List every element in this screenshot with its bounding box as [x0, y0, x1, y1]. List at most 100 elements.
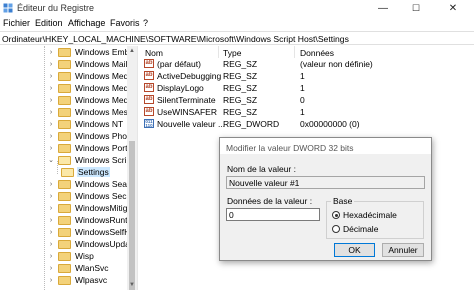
column-type-header[interactable]: Type [223, 48, 241, 58]
expand-arrow-icon[interactable]: › [46, 263, 56, 273]
folder-icon [58, 215, 71, 225]
tree-item-settings[interactable]: Settings [59, 166, 110, 178]
radio-unselected-icon[interactable] [332, 225, 340, 233]
expand-arrow-icon[interactable]: › [46, 119, 56, 129]
tree-item[interactable]: › Windows Media F [46, 82, 137, 94]
folder-icon [58, 227, 71, 237]
expand-arrow-icon[interactable]: › [46, 215, 56, 225]
list-row[interactable]: 011 110 Nouvelle valeur ... REG_DWORD 0x0… [141, 118, 474, 129]
tree-item[interactable]: › Windows Search [46, 178, 137, 190]
address-path[interactable]: Ordinateur\HKEY_LOCAL_MACHINE\SOFTWARE\M… [2, 34, 349, 44]
tree-item[interactable]: › WindowsSelfHost [46, 226, 137, 238]
list-row[interactable]: ab (par défaut) REG_SZ (valeur non défin… [141, 58, 474, 69]
scroll-down-icon[interactable]: ▼ [127, 280, 137, 290]
pane-splitter[interactable] [137, 46, 140, 290]
tree-item[interactable]: › Windows Media P [46, 94, 137, 106]
list-scrollbar-area [464, 46, 474, 290]
value-data-label: Données de la valeur : [227, 196, 313, 206]
folder-icon [58, 71, 71, 81]
expand-arrow-icon[interactable]: › [46, 275, 56, 285]
open-folder-icon [61, 167, 74, 177]
scroll-thumb[interactable] [129, 141, 135, 290]
tree-item[interactable]: › WindowsMitigati [46, 202, 137, 214]
column-separator[interactable] [294, 46, 295, 58]
radio-hexadecimal[interactable]: Hexadécimale [332, 210, 397, 220]
maximize-button[interactable]: ☐ [403, 0, 429, 16]
folder-icon [58, 275, 71, 285]
menu-help[interactable]: ? [143, 18, 148, 28]
expand-arrow-icon[interactable]: › [46, 227, 56, 237]
list-header: Nom Type Données [141, 46, 474, 58]
tree-item[interactable]: › WindowsUpdate [46, 238, 137, 250]
radio-decimal[interactable]: Décimale [332, 224, 378, 234]
expand-arrow-icon[interactable]: › [46, 143, 56, 153]
string-value-icon: ab [144, 95, 154, 104]
value-name-label: Nom de la valeur : [227, 164, 296, 174]
tree-item[interactable]: › Windows Security [46, 190, 137, 202]
tree-scrollbar[interactable]: ▲ ▼ [127, 46, 137, 290]
collapse-arrow-icon[interactable]: ⌄ [46, 155, 56, 165]
tree-item[interactable]: › Windows Portabl [46, 142, 137, 154]
base-group-title: Base [331, 196, 355, 206]
column-separator[interactable] [218, 46, 219, 58]
menu-favoris[interactable]: Favoris [110, 18, 140, 28]
value-data-input[interactable]: 0 [226, 208, 320, 221]
tree-item[interactable]: › Windows Media D [46, 70, 137, 82]
column-name-header[interactable]: Nom [145, 48, 163, 58]
expand-arrow-icon[interactable]: › [46, 251, 56, 261]
expand-arrow-icon[interactable]: › [46, 203, 56, 213]
menu-bar: Fichier Edition Affichage Favoris ? [0, 16, 474, 31]
folder-icon [58, 203, 71, 213]
menu-affichage[interactable]: Affichage [68, 18, 105, 28]
string-value-icon: ab [144, 71, 154, 80]
tree-item[interactable]: › Windows Embedd [46, 46, 137, 58]
list-row[interactable]: ab SilentTerminate REG_SZ 0 [141, 94, 474, 105]
tree-item[interactable]: › Wisp [46, 250, 95, 262]
list-row[interactable]: ab DisplayLogo REG_SZ 1 [141, 82, 474, 93]
expand-arrow-icon[interactable]: › [46, 95, 56, 105]
folder-icon [58, 107, 71, 117]
tree-item[interactable]: › Windows Photo V [46, 130, 137, 142]
string-value-icon: ab [144, 59, 154, 68]
tree-item[interactable]: › Windows Mail [46, 58, 128, 70]
minimize-button[interactable]: — [370, 0, 396, 16]
radio-selected-icon[interactable] [332, 211, 340, 219]
tree-item[interactable]: › Wlpasvc [46, 274, 108, 286]
string-value-icon: ab [144, 83, 154, 92]
folder-icon [58, 47, 71, 57]
value-name-field[interactable]: Nouvelle valeur #1 [226, 176, 425, 189]
title-bar: Éditeur du Registre — ☐ ✕ [0, 0, 474, 16]
folder-icon [58, 191, 71, 201]
address-bar[interactable]: Ordinateur\HKEY_LOCAL_MACHINE\SOFTWARE\M… [0, 31, 474, 45]
tree-item[interactable]: › Windows Messag [46, 106, 137, 118]
tree-guide-line [44, 46, 45, 290]
expand-arrow-icon[interactable]: › [46, 179, 56, 189]
ok-button[interactable]: OK [334, 243, 375, 257]
tree-item[interactable]: › WlanSvc [46, 262, 110, 274]
scroll-up-icon[interactable]: ▲ [127, 46, 137, 56]
column-data-header[interactable]: Données [300, 48, 334, 58]
expand-arrow-icon[interactable]: › [46, 131, 56, 141]
menu-edition[interactable]: Edition [35, 18, 63, 28]
tree-item[interactable]: › WindowsRuntime [46, 214, 137, 226]
close-button[interactable]: ✕ [440, 0, 466, 16]
expand-arrow-icon[interactable]: › [46, 59, 56, 69]
expand-arrow-icon[interactable]: › [46, 47, 56, 57]
registry-tree[interactable]: › Windows Embedd › Windows Mail › Windows M… [0, 46, 137, 290]
menu-fichier[interactable]: Fichier [3, 18, 30, 28]
tree-item[interactable]: ⌄ Windows Script H [46, 154, 137, 166]
folder-icon [58, 239, 71, 249]
folder-icon [58, 251, 71, 261]
expand-arrow-icon[interactable]: › [46, 239, 56, 249]
list-row[interactable]: ab UseWINSAFER REG_SZ 1 [141, 106, 474, 117]
list-row[interactable]: ab ActiveDebugging REG_SZ 1 [141, 70, 474, 81]
expand-arrow-icon[interactable]: › [46, 107, 56, 117]
cancel-button[interactable]: Annuler [382, 243, 424, 257]
folder-icon [58, 131, 71, 141]
expand-arrow-icon[interactable]: › [46, 83, 56, 93]
expand-arrow-icon[interactable]: › [46, 191, 56, 201]
tree-item[interactable]: › Windows NT [46, 118, 124, 130]
expand-arrow-icon[interactable]: › [46, 71, 56, 81]
folder-icon [58, 179, 71, 189]
folder-icon [58, 95, 71, 105]
